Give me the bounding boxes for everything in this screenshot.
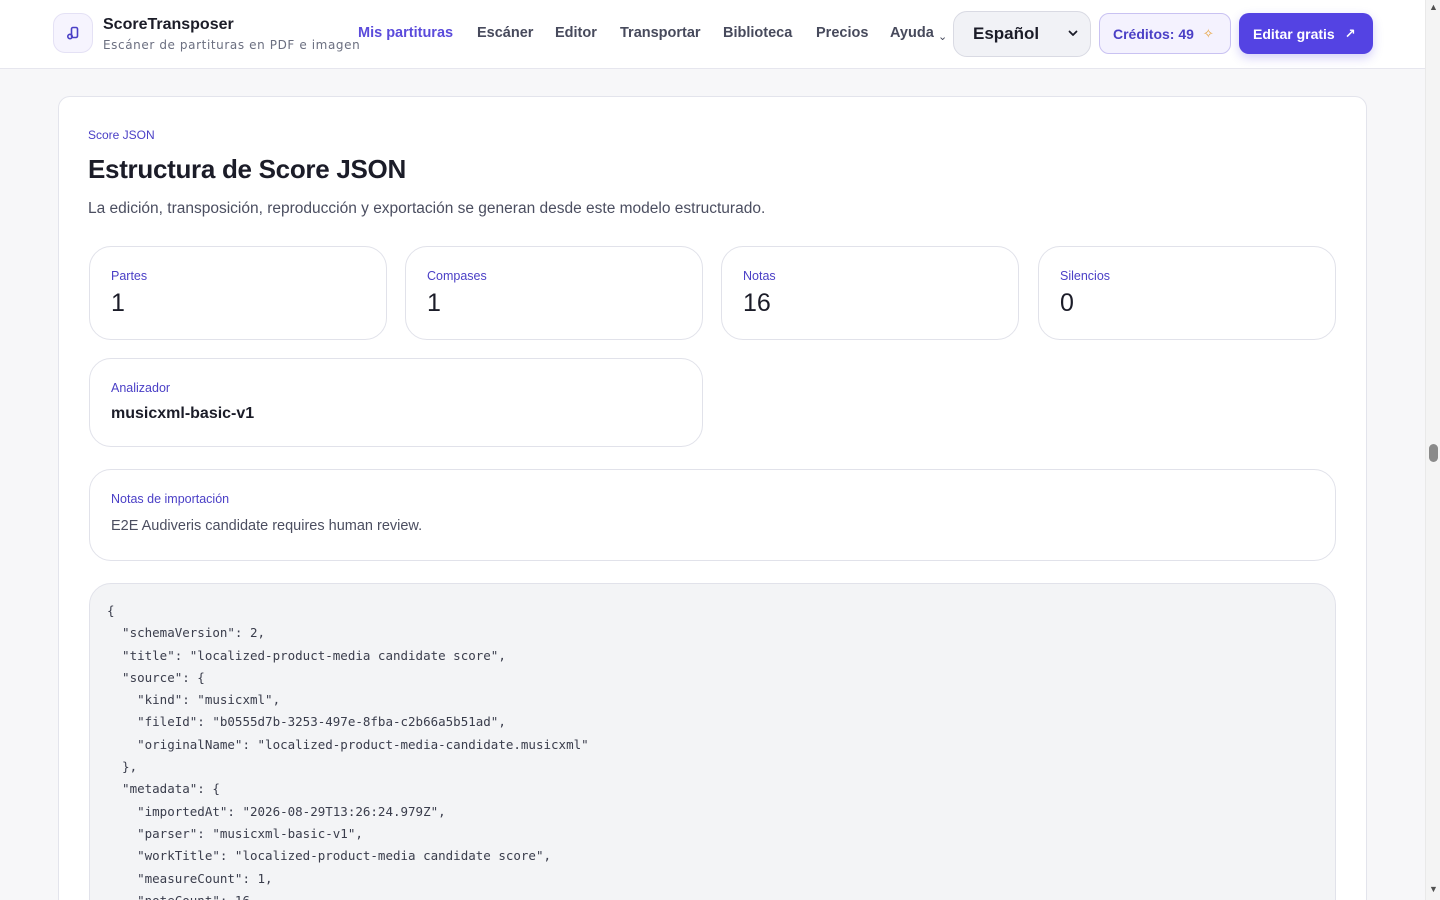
page-scrollbar[interactable]: ▲ ▼ [1425,0,1440,900]
language-select[interactable]: Español [953,11,1091,57]
scrollbar-thumb[interactable] [1429,444,1438,462]
import-notes-label: Notas de importación [111,492,230,506]
import-notes-card: Notas de importación E2E Audiveris candi… [89,469,1336,561]
top-nav-bar: ScoreTransposer Escáner de partituras en… [0,0,1425,69]
arrow-up-right-icon: ↗ [1344,25,1356,41]
language-select-value: Español [973,24,1040,43]
nav-editor[interactable]: Editor [555,25,597,45]
brand-name[interactable]: ScoreTransposer [103,16,234,34]
code-line: "kind": "musicxml", [107,692,281,708]
parser-label: Analizador [111,381,171,395]
music-note-icon [66,26,79,40]
code-line: { [107,603,115,618]
nav-transportar[interactable]: Transportar [620,25,701,45]
stat-card-notas: Notas 16 [721,246,1019,340]
json-code-block[interactable]: { "schemaVersion": 2, "title": "localize… [89,583,1336,900]
edit-free-button[interactable]: Editar gratis ↗ [1239,13,1373,54]
chevron-down-icon[interactable]: ⌄ [938,30,947,43]
sparkle-icon: ✧ [1202,25,1214,41]
nav-ayuda[interactable]: Ayuda [890,25,934,45]
import-notes-text: E2E Audiveris candidate requires human r… [111,518,423,534]
scroll-down-arrow-icon[interactable]: ▼ [1429,884,1438,894]
credits-label: Créditos: 49 [1113,25,1194,42]
edit-free-label: Editar gratis [1253,25,1335,42]
parser-card: Analizador musicxml-basic-v1 [89,358,703,447]
code-line: "measureCount": 1, [107,870,273,886]
code-line: "noteCount": 16, [107,890,589,900]
stat-value: 16 [743,289,771,317]
code-line: "schemaVersion": 2, [107,625,266,641]
section-eyebrow: Score JSON [88,128,155,142]
stat-value: 0 [1060,289,1074,317]
json-code-lines: { "schemaVersion": 2, "title": "localize… [107,600,589,900]
scroll-up-arrow-icon[interactable]: ▲ [1429,2,1438,12]
parser-value: musicxml-basic-v1 [111,405,255,422]
code-line: "originalName": "localized-product-media… [107,736,589,752]
stat-value: 1 [111,289,125,317]
nav-escaner[interactable]: Escáner [477,25,533,45]
nav-biblioteca[interactable]: Biblioteca [723,25,792,45]
credits-button[interactable]: Créditos: 49 ✧ [1099,13,1231,54]
code-line: "workTitle": "localized-product-media ca… [107,848,552,864]
logo[interactable] [53,13,93,53]
code-line: "metadata": { [107,781,220,797]
stat-label: Compases [427,269,487,283]
stat-value: 1 [427,289,441,317]
brand-subtitle: Escáner de partituras en PDF e imagen [103,38,361,52]
code-line: "fileId": "b0555d7b-3253-497e-8fba-c2b66… [107,714,506,730]
code-line: "title": "localized-product-media candid… [107,647,506,663]
stat-card-silencios: Silencios 0 [1038,246,1336,340]
stat-label: Partes [111,269,148,283]
code-line: "importedAt": "2026-08-29T13:26:24.979Z"… [107,803,446,819]
page-title: Estructura de Score JSON [88,154,406,184]
stat-label: Notas [743,269,776,283]
stat-label: Silencios [1060,269,1111,283]
chevron-down-icon [1068,30,1078,36]
stat-card-compases: Compases 1 [405,246,703,340]
stat-card-partes: Partes 1 [89,246,387,340]
code-line: }, [107,759,138,775]
code-line: "source": { [107,669,205,685]
nav-precios[interactable]: Precios [816,25,868,45]
page-description: La edición, transposición, reproducción … [88,200,766,217]
nav-mis-partituras[interactable]: Mis partituras [358,25,453,45]
code-line: "parser": "musicxml-basic-v1", [107,825,363,841]
